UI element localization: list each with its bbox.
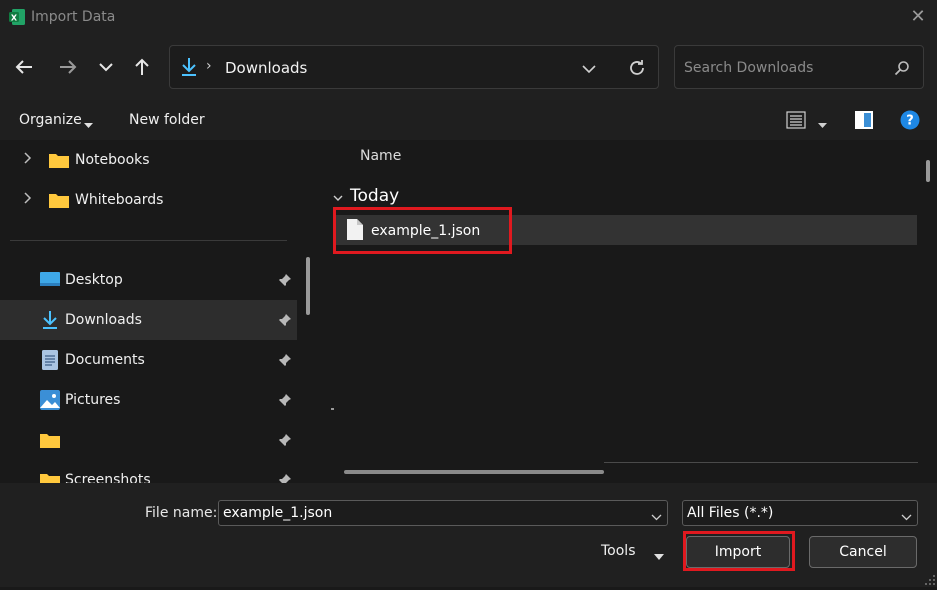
file-name-label: File name:	[145, 505, 218, 521]
sidebar-item-label: Documents	[65, 352, 145, 368]
file-name-input-value: example_1.json	[223, 505, 333, 521]
recent-locations-chevron-icon[interactable]	[92, 53, 120, 81]
folder-icon	[49, 192, 69, 212]
downloads-icon	[41, 310, 59, 334]
collapse-chevron-icon[interactable]	[333, 191, 343, 207]
address-dropdown-chevron-icon[interactable]	[582, 62, 596, 78]
svg-text:X: X	[11, 14, 18, 23]
pin-icon[interactable]	[278, 433, 292, 447]
sidebar-item-whiteboards[interactable]: Whiteboards	[0, 180, 297, 220]
dialog-footer	[0, 483, 937, 587]
tools-button[interactable]: Tools	[601, 543, 636, 559]
content-vertical-scrollbar-thumb[interactable]	[926, 160, 930, 182]
content-bottom-edge	[604, 462, 918, 463]
help-icon[interactable]: ?	[900, 110, 920, 134]
view-list-icon[interactable]	[786, 111, 806, 133]
pin-icon[interactable]	[278, 473, 292, 483]
search-icon[interactable]	[894, 60, 910, 80]
sidebar-item-screenshots[interactable]: Screenshots	[0, 460, 297, 483]
sidebar-item-label: Downloads	[65, 312, 142, 328]
pin-icon[interactable]	[278, 393, 292, 407]
file-type-select[interactable]: All Files (*.*)	[682, 500, 918, 526]
divider	[10, 240, 287, 241]
file-type-dropdown-chevron-icon[interactable]	[901, 509, 912, 525]
sidebar-scrollbar-thumb[interactable]	[306, 257, 310, 315]
file-type-value: All Files (*.*)	[687, 505, 774, 521]
expand-chevron-icon[interactable]	[24, 152, 32, 168]
file-name-dropdown-chevron-icon[interactable]	[651, 509, 662, 525]
up-arrow-icon[interactable]	[128, 53, 156, 81]
sidebar-item-label: Pictures	[65, 392, 121, 408]
svg-text:?: ?	[906, 114, 914, 129]
folder-icon	[40, 472, 60, 483]
documents-icon	[42, 350, 58, 374]
back-arrow-icon[interactable]	[10, 53, 38, 81]
title-bar	[0, 0, 937, 36]
sidebar-item-notebooks[interactable]: Notebooks	[0, 140, 297, 180]
group-header-today[interactable]: Today	[350, 186, 399, 206]
highlight-box	[333, 207, 512, 254]
sidebar-item-pictures[interactable]: Pictures	[0, 380, 297, 420]
search-placeholder: Search Downloads	[684, 60, 814, 76]
sidebar-item-label: Notebooks	[75, 152, 150, 168]
file-name-input[interactable]: example_1.json	[218, 500, 668, 526]
view-options-dropdown-icon[interactable]	[818, 117, 827, 133]
content-horizontal-scrollbar-thumb[interactable]	[344, 470, 604, 474]
excel-app-icon: X	[8, 8, 26, 26]
sidebar-item-unnamed-folder[interactable]	[0, 420, 297, 460]
expand-chevron-icon[interactable]	[24, 192, 32, 208]
window-title: Import Data	[31, 9, 116, 25]
refresh-icon[interactable]	[627, 58, 647, 82]
highlight-box	[683, 531, 795, 571]
organize-dropdown-icon[interactable]	[84, 117, 93, 133]
sidebar-item-documents[interactable]: Documents	[0, 340, 297, 380]
breadcrumb-downloads[interactable]: Downloads	[225, 59, 307, 77]
close-icon[interactable]: ✕	[908, 6, 928, 28]
cancel-button-label: Cancel	[839, 544, 887, 560]
cancel-button[interactable]: Cancel	[809, 536, 917, 568]
breadcrumb-separator-icon: ›	[206, 58, 212, 74]
pin-icon[interactable]	[278, 353, 292, 367]
sidebar-item-label: Whiteboards	[75, 192, 164, 208]
resize-grip-icon[interactable]	[924, 574, 936, 590]
sidebar-item-desktop[interactable]: Desktop	[0, 260, 297, 300]
sidebar-item-label: Screenshots	[65, 472, 151, 483]
folder-icon	[49, 152, 69, 172]
column-header-name[interactable]: Name	[360, 148, 401, 164]
new-folder-button[interactable]: New folder	[129, 112, 205, 128]
sidebar-item-downloads[interactable]: Downloads	[0, 300, 297, 340]
file-list-pane	[320, 140, 937, 483]
pictures-icon	[40, 390, 60, 414]
organize-button[interactable]: Organize	[19, 112, 82, 128]
folder-icon	[40, 432, 60, 452]
pin-icon[interactable]	[278, 273, 292, 287]
pin-icon[interactable]	[278, 313, 292, 327]
desktop-icon	[40, 272, 60, 292]
stray-mark	[331, 408, 334, 410]
sidebar-item-label: Desktop	[65, 272, 123, 288]
navigation-pane: Notebooks Whiteboards Desktop Downloads …	[0, 140, 318, 483]
preview-pane-icon[interactable]	[854, 110, 874, 134]
tools-dropdown-icon[interactable]	[654, 548, 664, 564]
downloads-icon	[180, 57, 198, 81]
forward-arrow-icon[interactable]	[54, 53, 82, 81]
